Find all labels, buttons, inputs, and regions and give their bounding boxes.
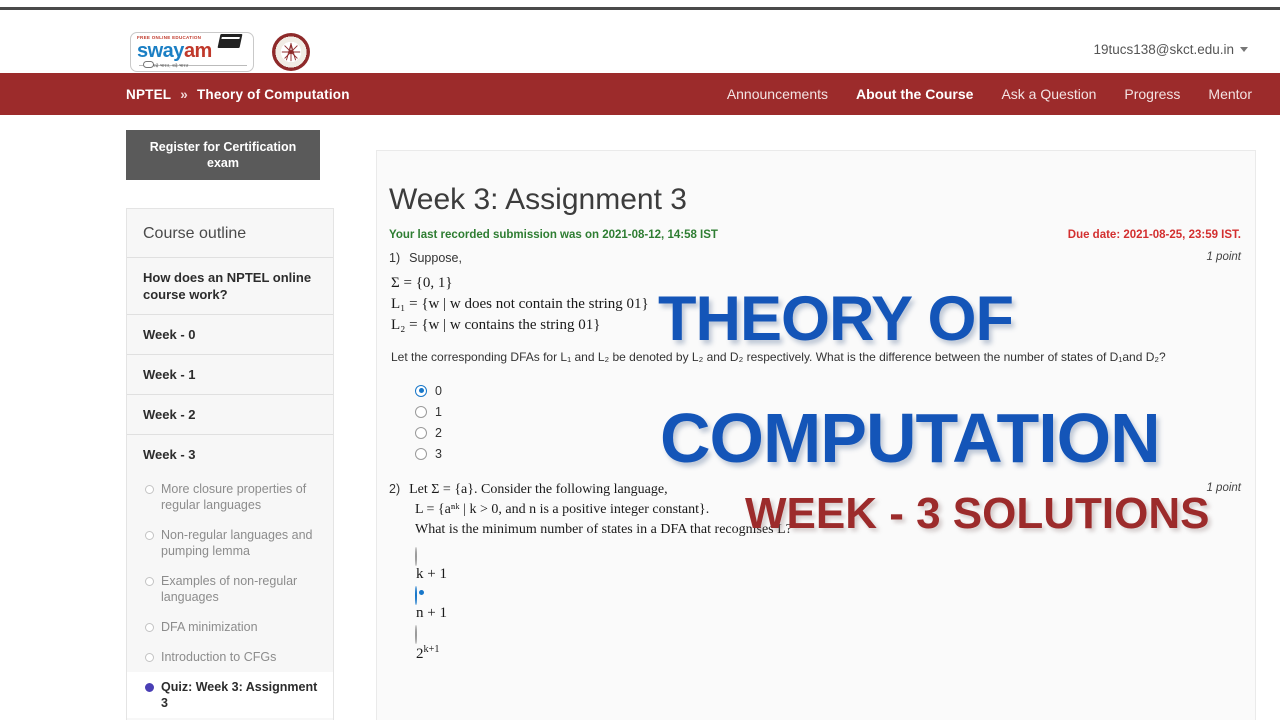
- radio-icon[interactable]: [415, 586, 417, 605]
- sidebar-item-label: More closure properties of regular langu…: [161, 482, 307, 512]
- question-1-math: Σ = {0, 1} L₁ = {w | w does not contain …: [389, 265, 1241, 336]
- page-title: Week 3: Assignment 3: [389, 183, 687, 216]
- question-1-option-3[interactable]: 3: [415, 443, 1241, 464]
- course-outline-title: Course outline: [143, 225, 247, 242]
- sidebar-item-label: Quiz: Week 3: Assignment 3: [161, 680, 318, 710]
- question-2-line-1: Let Σ = {a}. Consider the following lang…: [409, 482, 668, 497]
- sidebar-item-non-regular-languages[interactable]: Non-regular languages and pumping lemma: [127, 520, 333, 566]
- nav-item-ask-a-question[interactable]: Ask a Question: [1001, 86, 1096, 102]
- math-line-l2: L₂ = {w | w contains the string 01}: [391, 317, 601, 333]
- option-label: 2k+1: [416, 644, 440, 662]
- sidebar-item-examples-non-regular[interactable]: Examples of non-regular languages: [127, 566, 333, 612]
- question-2-options: k + 1 n + 1 2k+1: [389, 538, 1241, 663]
- assignment-panel: Week 3: Assignment 3 Your last recorded …: [376, 150, 1256, 720]
- iit-emblem-icon[interactable]: [272, 33, 310, 71]
- lesson-status-icon: [145, 623, 154, 632]
- option-label: 2: [435, 425, 442, 440]
- radio-icon[interactable]: [415, 405, 427, 418]
- page-root: FREE ONLINE EDUCATION swayam पढ़े भारत, …: [0, 0, 1280, 720]
- question-2-line-2: L = {aⁿᵏ | k > 0, and n is a positive in…: [415, 502, 710, 517]
- user-email: 19tucs138@skct.edu.in: [1093, 42, 1234, 57]
- sidebar-item-label: DFA minimization: [161, 620, 258, 634]
- chevron-down-icon: [1240, 47, 1248, 52]
- nav-item-about-the-course[interactable]: About the Course: [856, 86, 973, 102]
- question-1-prompt: Suppose,: [409, 251, 462, 265]
- due-date-status: Due date: 2021-08-25, 23:59 IST.: [1067, 229, 1241, 241]
- sidebar-item-quiz-week-3-assignment-3[interactable]: Quiz: Week 3: Assignment 3: [127, 672, 333, 718]
- math-line-l1: L₁ = {w | w does not contain the string …: [391, 296, 649, 312]
- radio-icon[interactable]: [415, 384, 427, 397]
- sidebar-item-label: Examples of non-regular languages: [161, 574, 298, 604]
- option-label: n + 1: [416, 605, 447, 621]
- sidebar-item-introduction-to-cfgs[interactable]: Introduction to CFGs: [127, 642, 333, 672]
- assignment-meta: Your last recorded submission was on 202…: [377, 217, 1255, 241]
- lesson-status-icon: [145, 485, 154, 494]
- question-1-options: 0 1 2 3: [389, 366, 1241, 464]
- sidebar: Register for Certification exam Course o…: [126, 130, 334, 720]
- sidebar-item-how-does-nptel-work[interactable]: How does an NPTEL online course work?: [127, 257, 333, 314]
- breadcrumb-root[interactable]: NPTEL: [126, 87, 171, 102]
- sidebar-item-label: Non-regular languages and pumping lemma: [161, 528, 313, 558]
- question-2-option-2[interactable]: 2k+1: [415, 625, 1241, 663]
- swayam-wordmark: swayam: [137, 40, 212, 62]
- question-1-points: 1 point: [1206, 251, 1241, 263]
- question-1-option-1[interactable]: 1: [415, 401, 1241, 422]
- nav-item-announcements[interactable]: Announcements: [727, 86, 828, 102]
- swayam-logo[interactable]: FREE ONLINE EDUCATION swayam पढ़े भारत, …: [130, 32, 254, 72]
- sidebar-item-week-3[interactable]: Week - 3: [127, 434, 333, 474]
- math-line-sigma: Σ = {0, 1}: [391, 275, 453, 291]
- sidebar-item-week-0[interactable]: Week - 0: [127, 314, 333, 354]
- swayam-subtitle: पढ़े भारत, बढ़े भारत: [153, 63, 189, 68]
- register-for-certification-exam-button[interactable]: Register for Certification exam: [126, 130, 320, 180]
- lesson-status-icon: [145, 653, 154, 662]
- breadcrumb-separator-icon: »: [180, 86, 188, 102]
- question-2-line-3: What is the minimum number of states in …: [415, 522, 792, 537]
- sidebar-item-label: Introduction to CFGs: [161, 650, 277, 664]
- user-account-menu[interactable]: 19tucs138@skct.edu.in: [1093, 42, 1248, 57]
- lesson-status-icon: [145, 577, 154, 586]
- nav-item-progress[interactable]: Progress: [1124, 86, 1180, 102]
- option-label: k + 1: [416, 566, 447, 582]
- lesson-status-icon: [145, 531, 154, 540]
- question-1-sentence: Let the corresponding DFAs for L₁ and L₂…: [391, 350, 1166, 364]
- radio-icon[interactable]: [415, 547, 417, 566]
- lesson-status-icon: [145, 683, 154, 692]
- radio-icon[interactable]: [415, 426, 427, 439]
- brand-header: FREE ONLINE EDUCATION swayam पढ़े भारत, …: [0, 10, 1280, 73]
- question-2: 2) Let Σ = {a}. Consider the following l…: [377, 464, 1255, 663]
- sidebar-item-dfa-minimization[interactable]: DFA minimization: [127, 612, 333, 642]
- radio-icon[interactable]: [415, 447, 427, 460]
- breadcrumb: NPTEL » Theory of Computation: [126, 73, 350, 115]
- option-label: 0: [435, 383, 442, 398]
- radio-icon[interactable]: [415, 625, 417, 644]
- breadcrumb-course[interactable]: Theory of Computation: [197, 87, 350, 102]
- nav-links: Announcements About the Course Ask a Que…: [727, 73, 1252, 115]
- course-outline-panel: Course outline How does an NPTEL online …: [126, 208, 334, 720]
- question-2-points: 1 point: [1206, 482, 1241, 494]
- course-navbar: NPTEL » Theory of Computation Announceme…: [0, 73, 1280, 115]
- sidebar-item-more-closure-properties[interactable]: More closure properties of regular langu…: [127, 474, 333, 520]
- question-2-option-1[interactable]: n + 1: [415, 586, 1241, 622]
- option-label: 1: [435, 404, 442, 419]
- sidebar-item-week-1[interactable]: Week - 1: [127, 354, 333, 394]
- question-2-option-0[interactable]: k + 1: [415, 547, 1241, 583]
- book-icon: [217, 34, 243, 48]
- question-1-index: 1): [389, 251, 401, 265]
- question-2-index: 2): [389, 482, 401, 496]
- question-1: 1) Suppose, 1 point Σ = {0, 1} L₁ = {w |…: [377, 241, 1255, 464]
- sidebar-item-week-2[interactable]: Week - 2: [127, 394, 333, 434]
- question-1-option-0[interactable]: 0: [415, 380, 1241, 401]
- option-label: 3: [435, 446, 442, 461]
- logo-group: FREE ONLINE EDUCATION swayam पढ़े भारत, …: [130, 32, 310, 72]
- nav-item-mentor[interactable]: Mentor: [1208, 86, 1252, 102]
- last-submission-status: Your last recorded submission was on 202…: [389, 229, 718, 241]
- question-1-option-2[interactable]: 2: [415, 422, 1241, 443]
